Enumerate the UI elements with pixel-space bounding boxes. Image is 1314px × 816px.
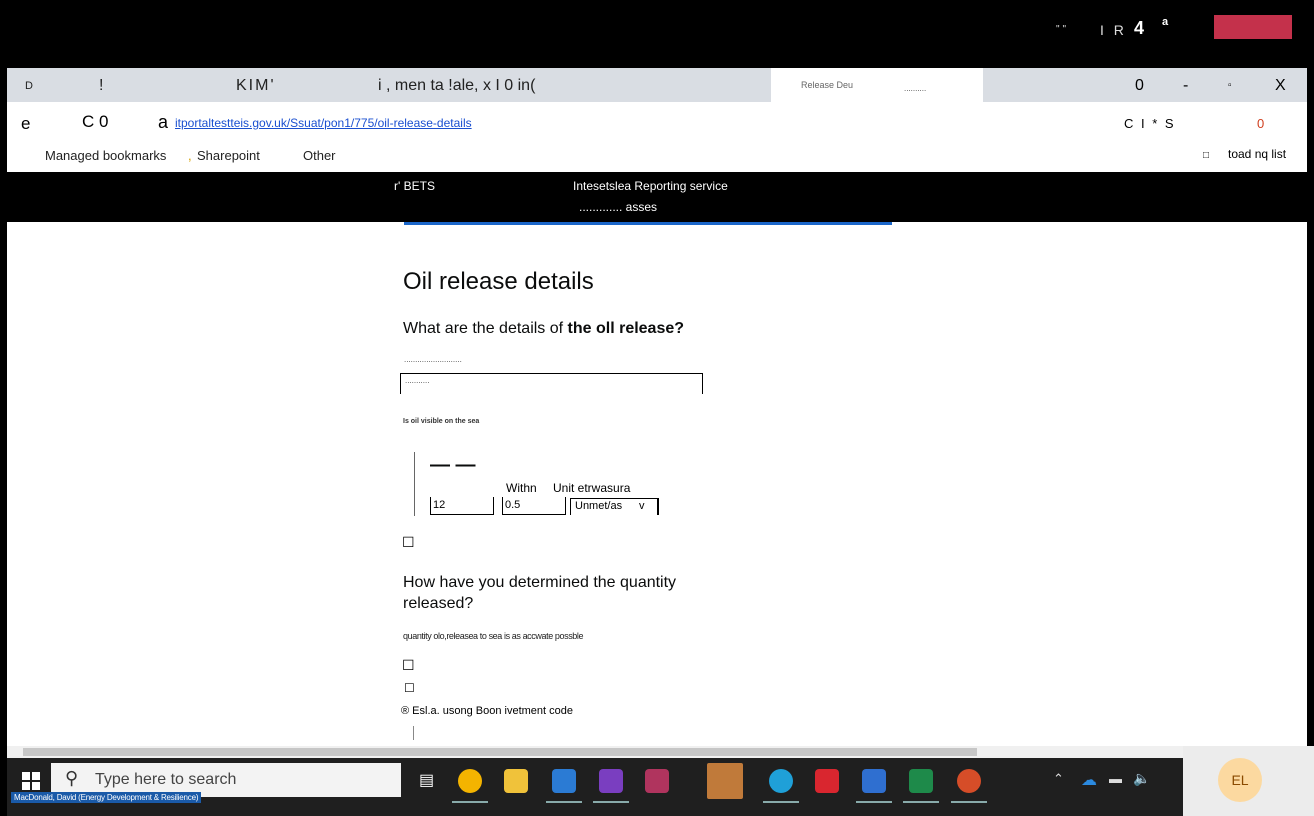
- unit-select-value: Unmet/as: [575, 500, 623, 512]
- edge-icon[interactable]: [769, 769, 793, 793]
- powerpoint-active-indicator: [951, 801, 987, 803]
- lock-icon: a: [158, 112, 169, 132]
- service-name[interactable]: Intesetslea Reporting service: [573, 179, 728, 193]
- powerpoint-icon[interactable]: [957, 769, 981, 793]
- inset-border: [414, 452, 415, 516]
- browser-tab-strip: D ! KIM' i , men ta !ale, x I 0 in(: [7, 68, 1307, 102]
- checkbox-3[interactable]: ☐: [404, 681, 415, 695]
- reading-list[interactable]: toad nq list: [1228, 147, 1286, 161]
- presenter-name-label: MacDonald, David (Energy Development & R…: [11, 792, 202, 803]
- site-header: r' BETS Intesetslea Reporting service ..…: [7, 172, 1307, 222]
- tab-alert-icon: !: [99, 77, 104, 94]
- meeting-bar: "" I R 4 a: [0, 0, 1314, 68]
- header-underline: [404, 222, 892, 225]
- site-logo[interactable]: r' BETS: [394, 179, 435, 193]
- windows-start-icon[interactable]: [22, 772, 40, 790]
- unit-select[interactable]: Unmet/as v: [570, 498, 659, 515]
- chevron-up-icon[interactable]: ⌃: [1053, 771, 1064, 787]
- within-input[interactable]: 0.5: [502, 497, 566, 515]
- method-question: How have you determined the quantity rel…: [403, 574, 677, 612]
- word-icon[interactable]: [862, 769, 886, 793]
- dash-marker: — —: [430, 454, 476, 476]
- minimize-button[interactable]: -: [1183, 77, 1188, 95]
- unit-label: Unit etrwasura: [553, 481, 631, 495]
- edge-active-indicator: [763, 801, 799, 803]
- chrome-icon[interactable]: [458, 769, 482, 793]
- oil-visible-label: Is oil visible on the sea: [403, 418, 480, 425]
- meeting-ir-label: I R: [1100, 22, 1127, 38]
- tab-active[interactable]: Release Deu ..........: [771, 68, 983, 102]
- search-placeholder: Type here to search: [95, 771, 237, 788]
- onenote-icon[interactable]: [599, 769, 623, 793]
- onenote-active-indicator: [593, 801, 629, 803]
- inset-marker: [413, 726, 414, 740]
- file-explorer-icon[interactable]: [504, 769, 528, 793]
- task-view-icon[interactable]: ▤: [419, 770, 434, 790]
- within-value: 0.5: [505, 499, 521, 511]
- windows-taskbar: ⚲ Type here to search MacDonald, David (…: [7, 758, 1307, 816]
- tab-active-label: Release Deu: [801, 80, 854, 90]
- service-subtitle: ............. asses: [579, 200, 658, 214]
- question-heading: What are the details of the oll release?: [403, 320, 684, 338]
- snipping-tool-icon[interactable]: [645, 769, 669, 793]
- avatar[interactable]: EL: [1218, 758, 1262, 802]
- battery-icon[interactable]: ▬: [1109, 771, 1122, 786]
- acrobat-icon[interactable]: [815, 769, 839, 793]
- maximize-button[interactable]: ▫: [1228, 80, 1232, 91]
- field-label: ..........................: [404, 355, 462, 364]
- notification-icon[interactable]: 0: [1257, 116, 1264, 131]
- details-input[interactable]: ...........: [400, 373, 703, 394]
- reading-list-icon: □: [1203, 150, 1210, 161]
- bookmark-separator: ,: [188, 148, 192, 163]
- excel-icon[interactable]: [909, 769, 933, 793]
- radio-estimate-option[interactable]: ® Esl.a. usong Boon ivetment code: [401, 705, 573, 717]
- browser-toolbar-icons[interactable]: C I * S: [1124, 116, 1176, 131]
- bookmark-other[interactable]: Other: [303, 148, 336, 163]
- refresh-icon[interactable]: C 0: [82, 112, 108, 132]
- bookmark-managed[interactable]: Managed bookmarks: [45, 148, 166, 163]
- quantity-value: 12: [433, 499, 446, 511]
- checkbox-2[interactable]: ☐: [402, 657, 415, 674]
- url-field[interactable]: itportaltestteis.gov.uk/Ssuat/pon1/775/o…: [175, 116, 472, 130]
- search-icon: ⚲: [65, 768, 79, 788]
- bookmark-sharepoint[interactable]: Sharepoint: [197, 148, 260, 163]
- bookmarks-bar: Managed bookmarks , Sharepoint Other □ t…: [7, 144, 1307, 172]
- window-zero: 0: [1135, 77, 1144, 94]
- page-content: Oil release details What are the details…: [7, 222, 1307, 746]
- meeting-indicator: "": [1056, 24, 1070, 35]
- page-title: Oil release details: [403, 268, 594, 295]
- scrollbar-thumb[interactable]: [23, 748, 977, 756]
- address-bar: e C 0 a itportaltestteis.gov.uk/Ssuat/po…: [7, 102, 1307, 144]
- tab-active-dots: ..........: [904, 84, 927, 93]
- avatar-panel: EL: [1183, 746, 1314, 816]
- chrome-active-indicator: [452, 801, 488, 803]
- meeting-participant-count: 4: [1134, 18, 1145, 38]
- volume-icon[interactable]: 🔈: [1133, 770, 1150, 787]
- checkbox-1[interactable]: ☐: [402, 534, 415, 551]
- tab-favicon: D: [25, 80, 33, 92]
- within-label: Withn: [506, 481, 537, 495]
- tab-kim[interactable]: KIM': [236, 77, 276, 95]
- onedrive-icon[interactable]: ☁: [1081, 770, 1097, 790]
- close-button[interactable]: X: [1275, 77, 1286, 95]
- outlook-icon[interactable]: [552, 769, 576, 793]
- meeting-superscript: a: [1162, 16, 1169, 28]
- excel-active-indicator: [903, 801, 939, 803]
- word-active-indicator: [856, 801, 892, 803]
- method-hint: quantity olo,releasea to sea is as accwa…: [403, 631, 584, 641]
- quantity-input[interactable]: 12: [430, 497, 494, 515]
- question-text: What are the details of: [403, 320, 568, 337]
- teams-icon[interactable]: [707, 763, 743, 799]
- question-bold-text: the oll release?: [567, 320, 685, 337]
- chevron-down-icon: v: [639, 500, 645, 512]
- outlook-active-indicator: [546, 801, 582, 803]
- leave-meeting-button[interactable]: [1214, 15, 1292, 39]
- details-input-value: ...........: [405, 376, 430, 385]
- back-icon[interactable]: e: [21, 114, 30, 134]
- tab-title[interactable]: i , men ta !ale, x I 0 in(: [378, 77, 535, 95]
- horizontal-scrollbar[interactable]: [7, 746, 1307, 758]
